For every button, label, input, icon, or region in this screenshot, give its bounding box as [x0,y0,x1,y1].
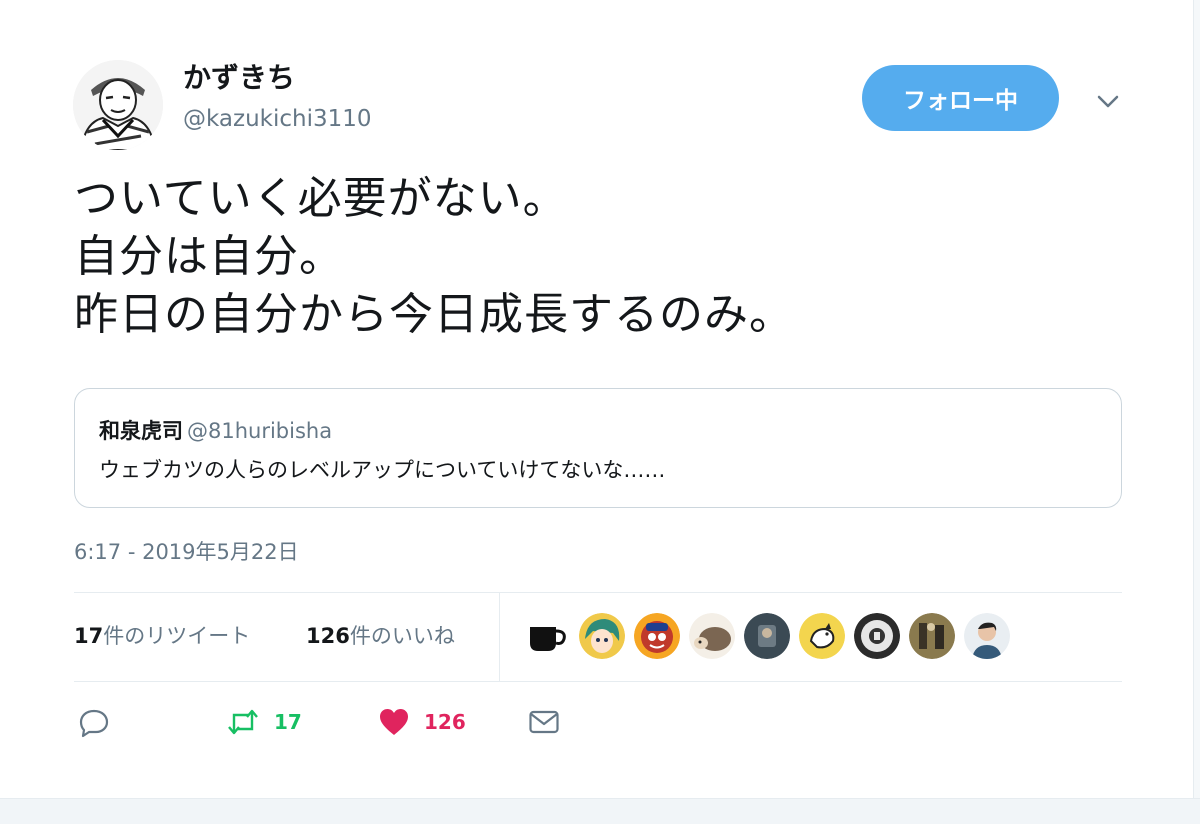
quoted-text: ウェブカツの人らのレベルアップについていけてないな…… [99,458,666,482]
like-stat-label: 件のいいね [349,624,455,648]
tweet-menu-button[interactable] [1093,86,1123,116]
author-handle[interactable]: @kazukichi3110 [183,104,372,134]
page-edge [1193,0,1200,798]
tweet-text: ついていく必要がない。 自分は自分。 昨日の自分から今日成長するのみ。 [74,170,1114,344]
tweet-line: 自分は自分。 [74,231,344,282]
envelope-icon [529,710,559,734]
divider [74,592,1122,593]
tweet-line: ついていく必要がない。 [74,173,568,224]
retweet-stat-count: 17 [74,624,104,648]
chevron-down-icon [1097,95,1119,108]
divider [499,592,500,681]
reply-icon [79,709,109,738]
tweet-timestamp[interactable]: 6:17 - 2019年5月22日 [74,538,299,566]
quoted-author-handle: @81huribisha [187,419,333,443]
footer-band [0,798,1200,824]
coffee-cup-avatar[interactable] [524,613,570,659]
like-count: 126 [424,710,466,734]
quoted-tweet[interactable]: 和泉虎司 @81huribisha ウェブカツの人らのレベルアップについていけてな… [74,388,1122,508]
author-name[interactable]: かずきち [183,60,295,96]
tweet-line: 昨日の自分から今日成長するのみ。 [74,289,794,340]
like-button[interactable]: 126 [378,704,466,740]
author-avatar[interactable] [73,60,163,150]
retweet-count: 17 [274,710,302,734]
quoted-author-name: 和泉虎司 [99,419,183,443]
drum-avatar[interactable] [854,613,900,659]
heart-icon [380,709,408,735]
retweet-stat[interactable]: 17件のリツイート [74,622,250,650]
quoted-header: 和泉虎司 @81huribisha [99,417,332,445]
retweet-stat-label: 件のリツイート [103,624,251,648]
anime-girl-avatar[interactable] [579,613,625,659]
like-stat[interactable]: 126件のいいね [306,622,455,650]
manga-avatar-icon [73,60,163,150]
likers-avatar-list [524,613,1019,661]
retweet-icon [228,709,258,735]
hedgehog-avatar[interactable] [689,613,735,659]
reply-button[interactable] [78,704,110,740]
divider [74,681,1122,682]
chicken-avatar[interactable] [799,613,845,659]
direct-message-button[interactable] [528,704,560,740]
sports-avatar[interactable] [909,613,955,659]
person-avatar[interactable] [964,613,1010,659]
retweet-button[interactable]: 17 [226,704,302,740]
mascot-avatar[interactable] [634,613,680,659]
like-stat-count: 126 [306,624,350,648]
following-button[interactable]: フォロー中 [862,65,1059,131]
photo-avatar[interactable] [744,613,790,659]
